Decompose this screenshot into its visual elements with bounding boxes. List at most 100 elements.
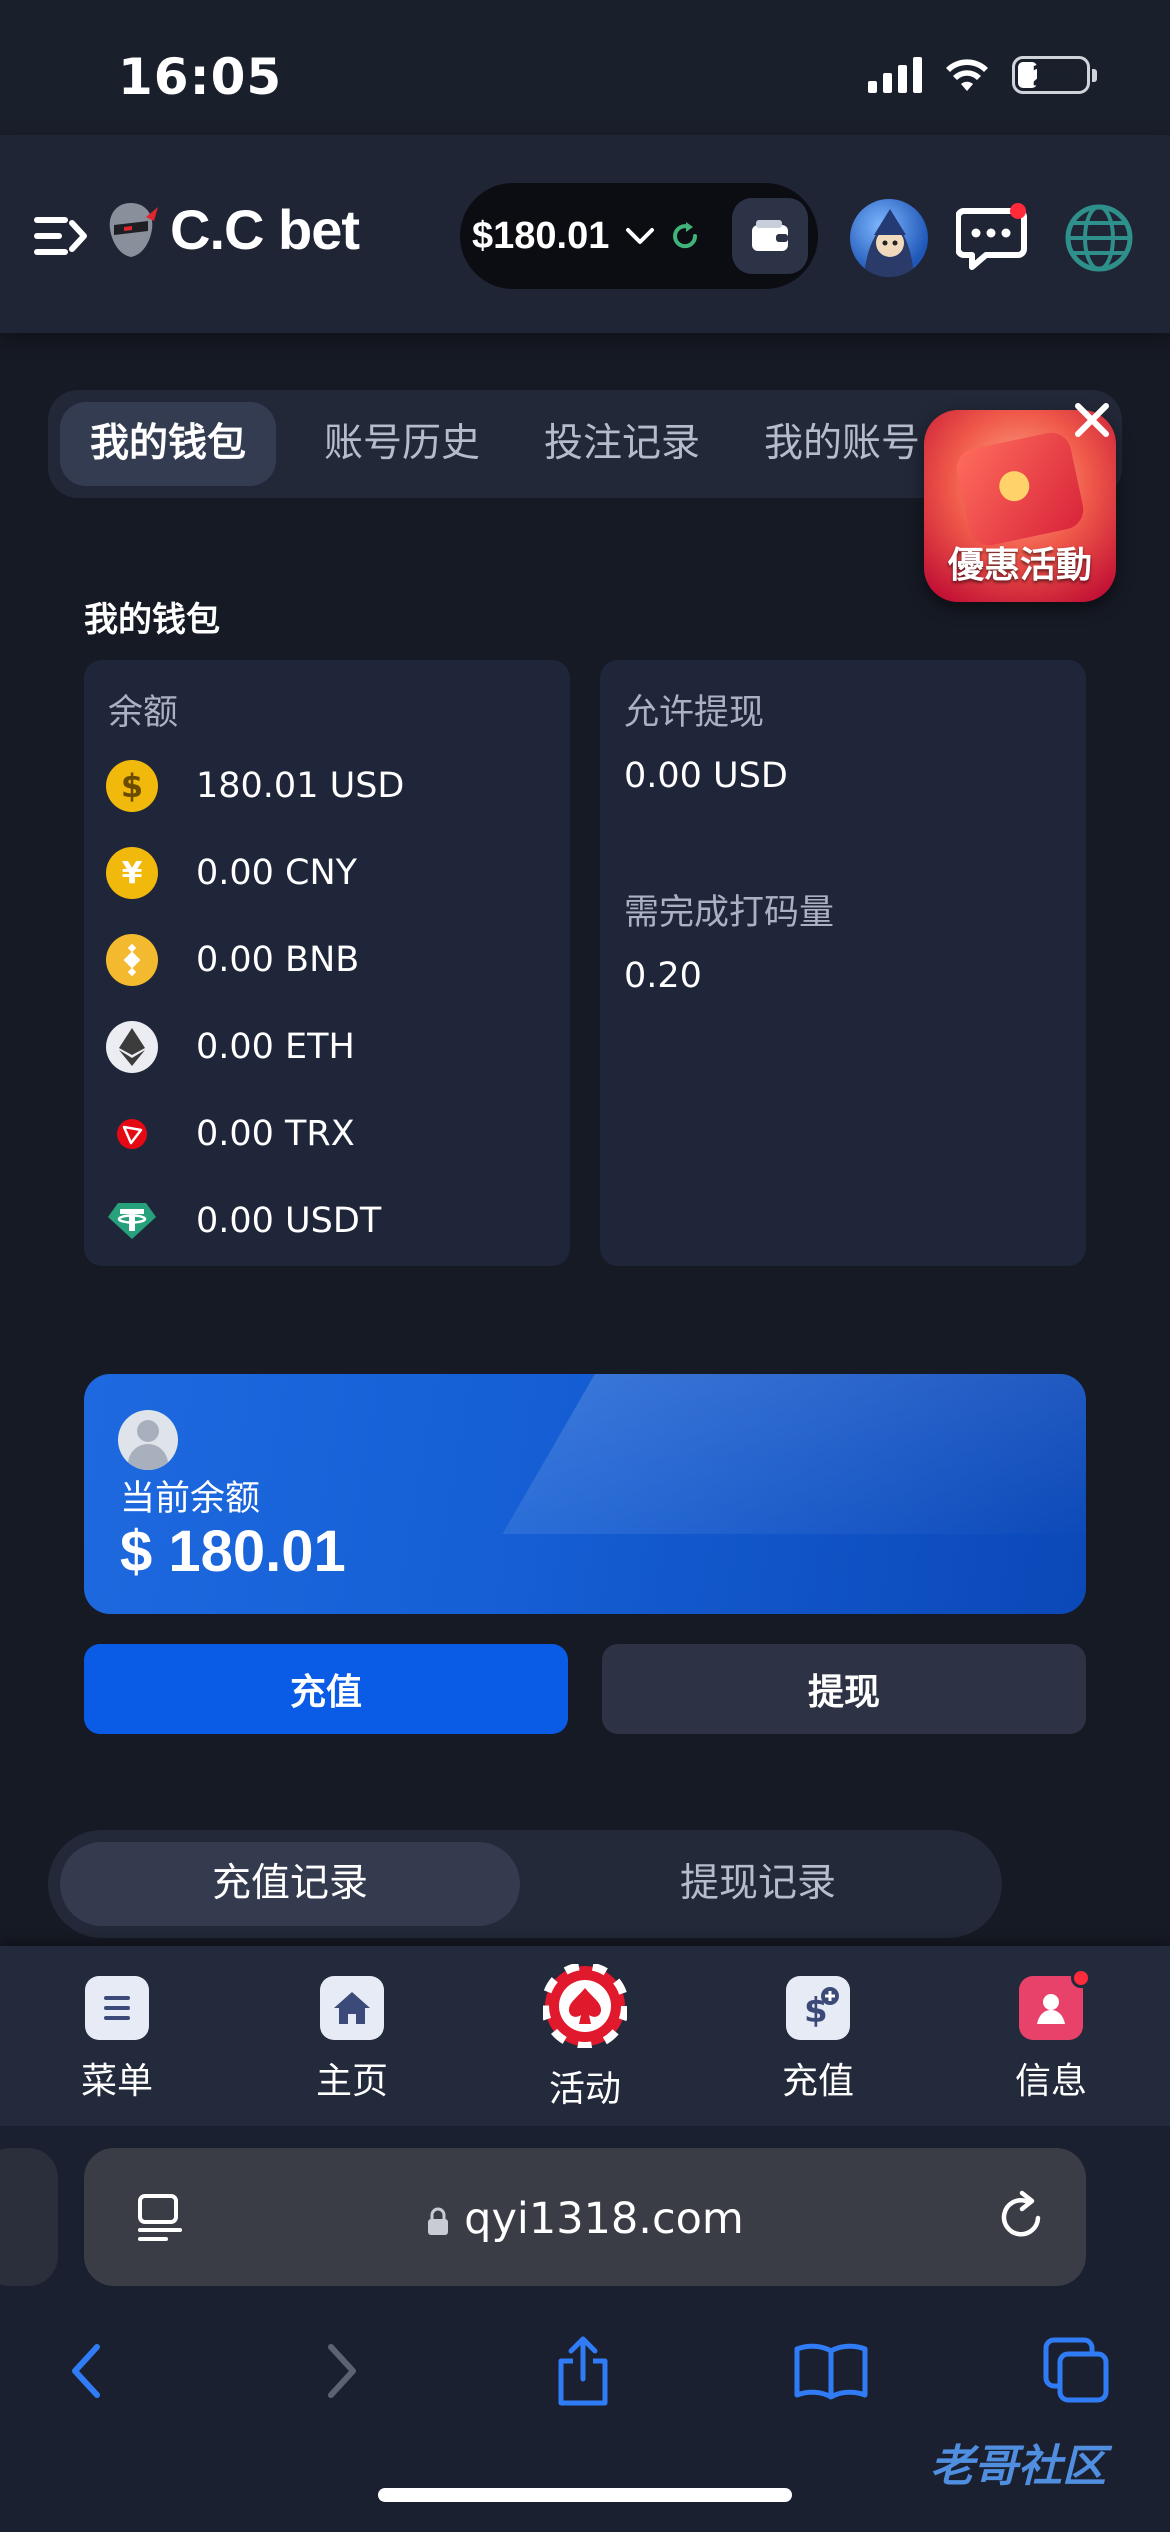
withdrawable-value: 0.00 USD xyxy=(624,756,788,796)
poker-chip-icon xyxy=(543,1964,627,2048)
dollar-coin-icon: $ xyxy=(106,760,158,812)
current-balance-label: 当前余额 xyxy=(120,1479,261,1519)
coin-row-usdt: 0.00 USDT xyxy=(106,1193,381,1249)
browser-tools xyxy=(0,2326,1170,2446)
nav-label: 充值 xyxy=(781,2061,854,2102)
coin-row-eth: 0.00 ETH xyxy=(106,1019,355,1075)
wager-value: 0.20 xyxy=(624,956,702,996)
url-display: qyi1318.com xyxy=(84,2194,1086,2244)
coin-row-trx: 0.00 TRX xyxy=(106,1106,355,1162)
nav-menu[interactable]: 菜单 xyxy=(37,1976,197,2104)
menu-icon xyxy=(85,1976,149,2040)
coin-row-usd: $ 180.01 USD xyxy=(106,758,404,814)
bookmarks-button[interactable] xyxy=(786,2326,876,2416)
tab-bet-records[interactable]: 投注记录 xyxy=(528,402,716,486)
red-envelope-icon xyxy=(953,429,1087,549)
wager-label: 需完成打码量 xyxy=(624,893,835,933)
battery-icon: 25 xyxy=(1012,56,1097,94)
menu-toggle-icon[interactable] xyxy=(34,213,90,259)
user-avatar[interactable] xyxy=(850,199,928,277)
deposit-dollar-icon: $ xyxy=(786,1976,850,2040)
record-tabs: 充值记录 提现记录 xyxy=(48,1830,1002,1938)
tab-withdraw-records[interactable]: 提现记录 xyxy=(528,1842,988,1926)
nav-label: 信息 xyxy=(1014,2061,1087,2102)
brand-name: C.C bet xyxy=(170,198,360,261)
balance-selector[interactable]: $180.01 xyxy=(460,183,818,289)
status-icons: 25 xyxy=(868,56,1097,94)
balance-label: 余额 xyxy=(108,693,179,733)
lock-icon xyxy=(428,2207,449,2235)
ninja-mascot-icon xyxy=(109,202,158,257)
close-icon[interactable] xyxy=(1070,398,1114,442)
eth-coin-icon xyxy=(106,1021,158,1073)
share-icon xyxy=(558,2336,608,2406)
coin-value: 0.00 USDT xyxy=(196,1201,382,1241)
coin-value: 0.00 CNY xyxy=(196,853,358,893)
reload-icon[interactable] xyxy=(994,2190,1048,2244)
cellular-signal-icon xyxy=(868,57,922,93)
bnb-coin-icon xyxy=(106,934,158,986)
notification-dot xyxy=(1071,1968,1091,1988)
coin-row-bnb: 0.00 BNB xyxy=(106,932,359,988)
wallet-section-title: 我的钱包 xyxy=(84,600,220,640)
globe-language-icon[interactable] xyxy=(1062,201,1136,275)
address-bar[interactable]: qyi1318.com xyxy=(84,2148,1086,2286)
nav-deposit[interactable]: $ 充值 xyxy=(738,1976,898,2104)
nav-home[interactable]: 主页 xyxy=(272,1976,432,2104)
coin-row-cny: ¥ 0.00 CNY xyxy=(106,845,357,901)
tab-deposit-records[interactable]: 充值记录 xyxy=(60,1842,520,1926)
promo-label: 優惠活動 xyxy=(947,545,1092,586)
coin-value: 180.01 USD xyxy=(196,766,405,806)
user-avatar-icon xyxy=(118,1410,178,1470)
chat-icon[interactable] xyxy=(956,203,1030,273)
home-indicator xyxy=(378,2488,792,2502)
back-button[interactable] xyxy=(42,2326,132,2416)
withdrawable-card: 允许提现 0.00 USD 需完成打码量 0.20 xyxy=(600,660,1086,1266)
app-header: C.C bet $180.01 xyxy=(0,135,1170,333)
wallet-button[interactable] xyxy=(732,198,808,274)
deposit-button[interactable]: 充值 xyxy=(84,1644,568,1734)
coin-value: 0.00 TRX xyxy=(196,1114,355,1154)
home-icon xyxy=(320,1976,384,2040)
tabs-icon xyxy=(1043,2337,1109,2403)
status-time: 16:05 xyxy=(118,48,283,106)
bottom-nav: 菜单 主页 活动 $ 充值 信息 xyxy=(0,1946,1170,2126)
watermark: 老哥社区 xyxy=(930,2441,1106,2492)
nav-label: 主页 xyxy=(315,2061,388,2102)
wifi-icon xyxy=(946,59,988,91)
current-balance-amount: $ 180.01 xyxy=(120,1519,346,1584)
nav-label: 活动 xyxy=(548,2069,621,2110)
header-balance: $180.01 xyxy=(472,214,610,257)
avatar-character-icon xyxy=(864,209,914,277)
chevron-down-icon[interactable] xyxy=(625,226,655,246)
current-balance-banner: 当前余额 $ 180.01 xyxy=(84,1374,1086,1614)
share-button[interactable] xyxy=(538,2326,628,2416)
yuan-coin-icon: ¥ xyxy=(106,847,158,899)
chevron-right-icon xyxy=(328,2344,356,2398)
status-bar: 16:05 25 xyxy=(0,0,1170,135)
nav-label: 菜单 xyxy=(80,2061,153,2102)
tab-my-wallet[interactable]: 我的钱包 xyxy=(60,402,277,486)
url-text: qyi1318.com xyxy=(464,2194,744,2244)
tabs-button[interactable] xyxy=(1032,2326,1122,2416)
wallet-icon xyxy=(752,220,788,251)
nav-activity[interactable]: 活动 xyxy=(505,1964,665,2112)
usdt-coin-icon xyxy=(106,1195,158,1247)
battery-level: 25 xyxy=(1031,58,1071,92)
previous-tab-peek[interactable] xyxy=(0,2148,58,2286)
tab-account-history[interactable]: 账号历史 xyxy=(308,402,496,486)
nav-messages[interactable]: 信息 xyxy=(971,1968,1131,2104)
withdrawable-label: 允许提现 xyxy=(624,693,765,733)
coin-value: 0.00 ETH xyxy=(196,1027,355,1067)
forward-button[interactable] xyxy=(296,2326,386,2416)
coin-value: 0.00 BNB xyxy=(196,940,360,980)
book-icon xyxy=(794,2343,868,2400)
refresh-balance-icon[interactable] xyxy=(669,220,701,252)
brand-logo[interactable]: C.C bet xyxy=(102,197,360,262)
chevron-left-icon xyxy=(72,2344,100,2398)
trx-coin-icon xyxy=(106,1108,158,1160)
withdraw-button[interactable]: 提现 xyxy=(602,1644,1086,1734)
message-icon xyxy=(1019,1968,1091,2040)
balance-card: 余额 $ 180.01 USD ¥ 0.00 CNY 0.00 BNB 0.00… xyxy=(84,660,570,1266)
tab-my-account[interactable]: 我的账号 xyxy=(748,402,936,486)
